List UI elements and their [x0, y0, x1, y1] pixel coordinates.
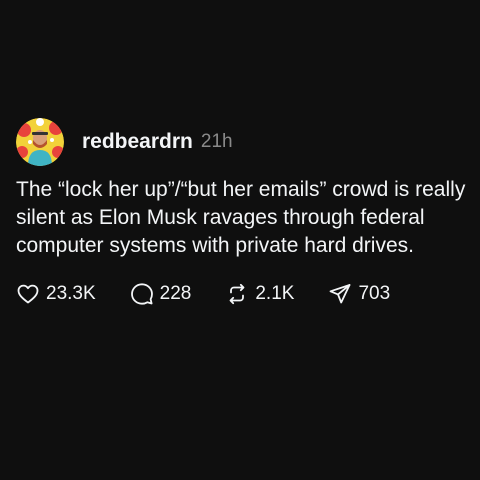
heart-icon — [17, 284, 39, 304]
like-count: 23.3K — [46, 283, 96, 304]
repost-icon — [229, 283, 245, 305]
comment-icon — [130, 283, 153, 305]
avatar[interactable] — [16, 118, 64, 166]
reply-count: 228 — [159, 283, 192, 304]
username[interactable]: redbeardrn — [82, 130, 193, 154]
repost-button[interactable]: 2.1K — [225, 282, 294, 306]
repost-count: 2.1K — [255, 283, 295, 304]
send-icon — [330, 284, 351, 304]
post-actions: 23.3K 228 2.1K 703 — [16, 282, 468, 306]
reply-button[interactable]: 228 — [130, 282, 192, 306]
post-card: redbeardrn 21h The “lock her up”/“but he… — [16, 116, 468, 306]
post-text: The “lock her up”/“but her emails” crowd… — [16, 178, 466, 257]
share-button[interactable]: 703 — [328, 282, 390, 306]
user-avatar-photo — [16, 118, 64, 166]
like-button[interactable]: 23.3K — [16, 282, 96, 306]
share-count: 703 — [358, 283, 391, 304]
post-timestamp: 21h — [200, 131, 233, 152]
post-header: redbeardrn 21h — [16, 116, 468, 168]
